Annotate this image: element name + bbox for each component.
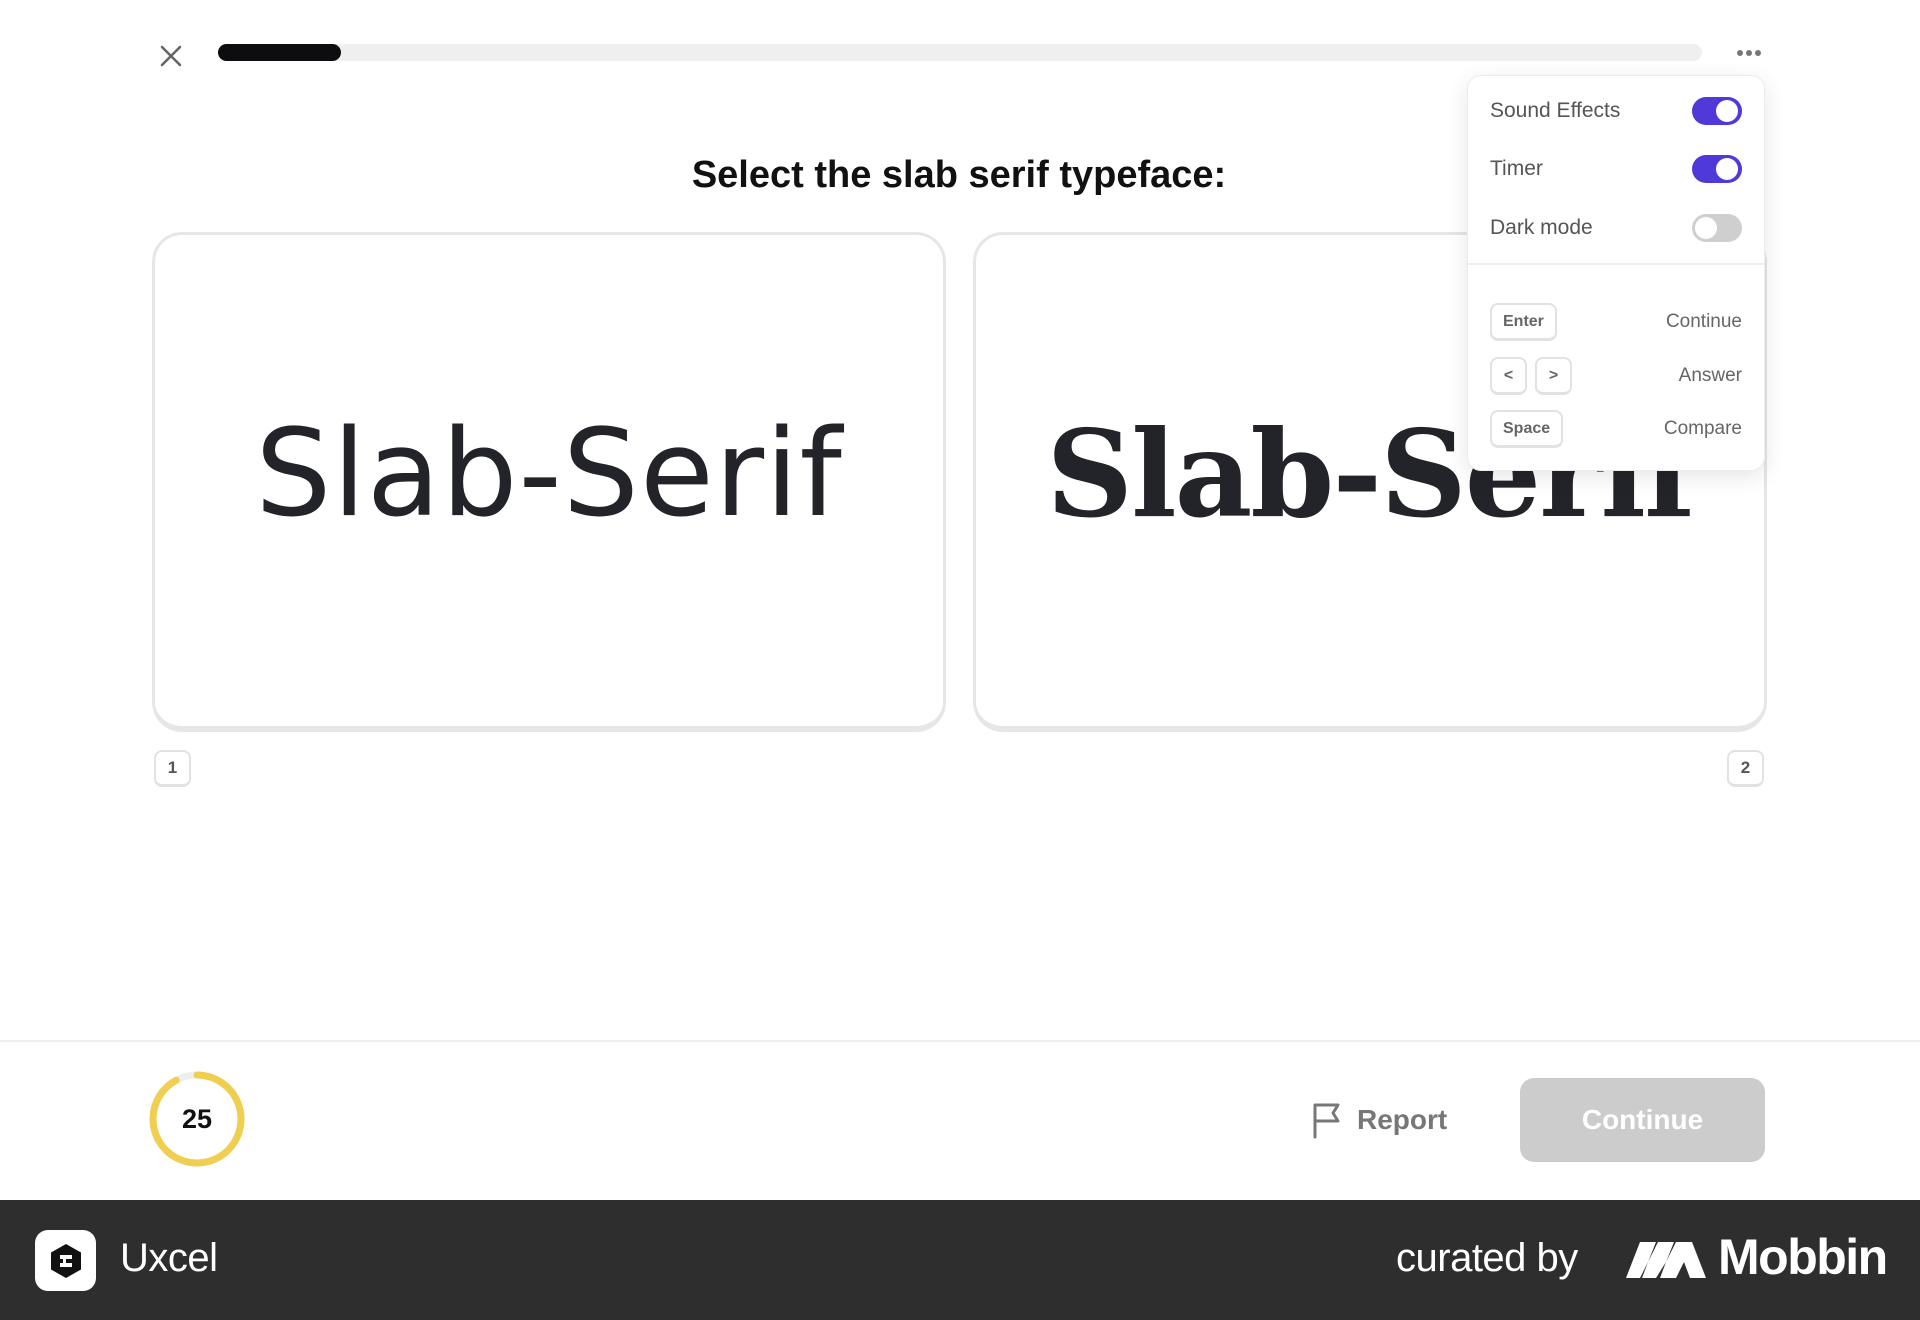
shortcut-row-compare: Space Compare bbox=[1490, 409, 1742, 449]
toggle-label: Dark mode bbox=[1490, 216, 1593, 239]
mobbin-logo-icon bbox=[1626, 1242, 1706, 1278]
toggle-row-sound-effects: Sound Effects bbox=[1490, 91, 1742, 131]
answer-option-1[interactable]: Slab-Serif bbox=[152, 232, 946, 732]
toggle-knob bbox=[1695, 217, 1717, 239]
shortcut-row-answer: < > Answer bbox=[1490, 356, 1742, 396]
flag-icon bbox=[1313, 1103, 1340, 1139]
uxcel-logo-icon bbox=[35, 1230, 96, 1291]
close-button[interactable] bbox=[153, 38, 189, 74]
progress-bar bbox=[218, 44, 1702, 61]
toggle-knob bbox=[1716, 100, 1738, 122]
toggle-label: Timer bbox=[1490, 157, 1543, 180]
report-label: Report bbox=[1357, 1104, 1448, 1135]
curated-by-label: curated by bbox=[1396, 1236, 1578, 1280]
timer-value: 25 bbox=[181, 1103, 213, 1134]
toggle-label: Sound Effects bbox=[1490, 99, 1621, 122]
credit-bar: Uxcel curated by Mobbin bbox=[0, 1200, 1920, 1320]
keyboard-key: Space bbox=[1490, 410, 1564, 448]
dark-mode-toggle[interactable] bbox=[1692, 214, 1742, 242]
option-key-badge-2: 2 bbox=[1727, 750, 1764, 787]
popover-divider bbox=[1468, 263, 1764, 265]
countdown-timer: 25 bbox=[148, 1070, 246, 1168]
toggle-row-dark-mode: Dark mode bbox=[1490, 208, 1742, 248]
timer-toggle[interactable] bbox=[1692, 155, 1742, 183]
keyboard-key: < bbox=[1490, 357, 1527, 395]
sound-effects-toggle[interactable] bbox=[1692, 97, 1742, 125]
progress-fill bbox=[218, 44, 342, 61]
keyboard-key: > bbox=[1535, 357, 1572, 395]
toggle-row-timer: Timer bbox=[1490, 149, 1742, 189]
shortcut-row-continue: Enter Continue bbox=[1490, 302, 1742, 342]
close-icon bbox=[160, 45, 182, 67]
question-text: Select the slab serif typeface: bbox=[691, 154, 1227, 196]
shortcut-action: Compare bbox=[1663, 418, 1742, 439]
shortcut-action: Answer bbox=[1678, 365, 1742, 386]
curator-name: Mobbin bbox=[1718, 1229, 1888, 1285]
toggle-knob bbox=[1716, 158, 1738, 180]
report-button[interactable]: Report bbox=[1311, 1097, 1447, 1143]
option-sample-text: Slab-Serif bbox=[255, 405, 843, 544]
footer-divider bbox=[0, 1040, 1920, 1042]
continue-button[interactable]: Continue bbox=[1520, 1078, 1765, 1162]
shortcut-action: Continue bbox=[1665, 311, 1742, 332]
app-name: Uxcel bbox=[120, 1236, 218, 1280]
more-options-button[interactable] bbox=[1728, 36, 1770, 70]
option-key-badge-1: 1 bbox=[154, 750, 191, 787]
more-horizontal-icon bbox=[1737, 50, 1761, 56]
settings-popover: Sound Effects Timer Dark mode Enter Cont… bbox=[1467, 75, 1765, 471]
keyboard-key: Enter bbox=[1490, 303, 1557, 341]
